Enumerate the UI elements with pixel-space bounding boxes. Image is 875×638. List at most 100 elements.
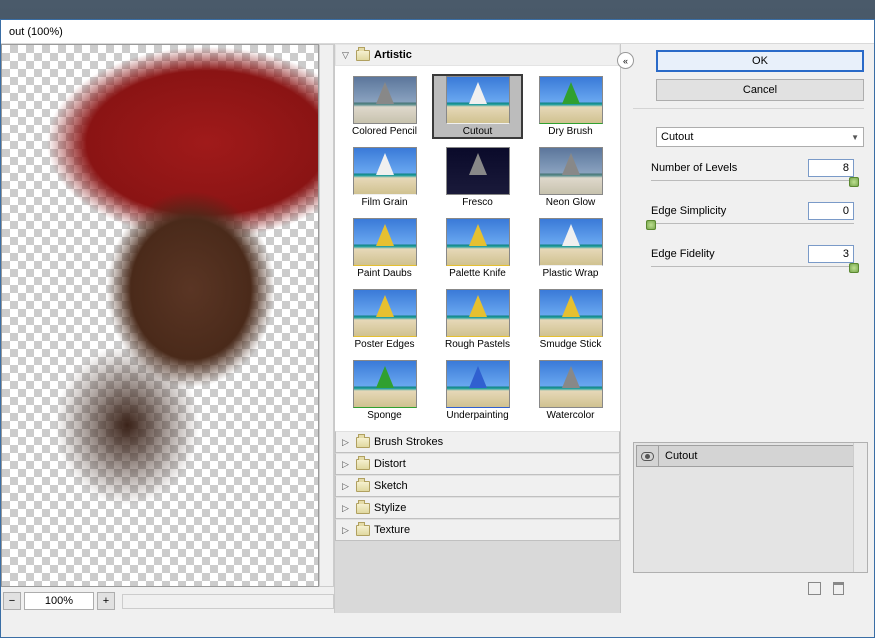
category-label: Sketch	[374, 480, 408, 492]
filter-thumb-rough-pastels[interactable]: Rough Pastels	[432, 287, 523, 352]
slider-thumb[interactable]	[849, 263, 859, 273]
filter-thumb-image	[539, 218, 603, 266]
ok-button[interactable]: OK	[656, 50, 864, 72]
filter-thumb-label: Sponge	[367, 410, 401, 421]
preview-vertical-scrollbar[interactable]	[319, 44, 334, 587]
filter-thumb-fresco[interactable]: Fresco	[432, 145, 523, 210]
collapse-panel-button[interactable]: «	[617, 52, 634, 69]
category-label: Stylize	[374, 502, 406, 514]
folder-icon	[356, 525, 370, 536]
param-slider-2[interactable]	[651, 266, 854, 272]
layers-scrollbar[interactable]	[853, 443, 867, 572]
filter-thumb-label: Paint Daubs	[357, 268, 411, 279]
filter-thumb-neon-glow[interactable]: Neon Glow	[525, 145, 616, 210]
filter-thumb-image	[446, 76, 510, 124]
filter-thumb-image	[539, 360, 603, 408]
folder-icon	[356, 503, 370, 514]
param-input-0[interactable]	[808, 159, 854, 177]
chevron-down-icon: ▼	[851, 133, 859, 142]
param-label: Number of Levels	[651, 162, 737, 174]
param-label: Edge Simplicity	[651, 205, 726, 217]
slider-thumb[interactable]	[646, 220, 656, 230]
zoom-level-field[interactable]: 100%	[24, 592, 94, 610]
disclosure-right-icon: ▷	[342, 525, 352, 536]
category-label: Texture	[374, 524, 410, 536]
filter-thumb-image	[353, 218, 417, 266]
slider-thumb[interactable]	[849, 177, 859, 187]
category-sketch[interactable]: ▷ Sketch	[335, 475, 620, 497]
param-slider-1[interactable]	[651, 223, 854, 229]
category-texture[interactable]: ▷ Texture	[335, 519, 620, 541]
category-label: Artistic	[374, 49, 412, 61]
filter-thumb-image	[353, 76, 417, 124]
folder-icon	[356, 50, 370, 61]
cancel-button[interactable]: Cancel	[656, 79, 864, 101]
titlebar[interactable]: out (100%)	[1, 20, 874, 44]
filter-thumb-watercolor[interactable]: Watercolor	[525, 358, 616, 423]
filter-thumb-image	[446, 147, 510, 195]
category-artistic[interactable]: ▽ Artistic	[335, 44, 620, 66]
folder-icon	[356, 459, 370, 470]
filter-thumb-paint-daubs[interactable]: Paint Daubs	[339, 216, 430, 281]
effect-layer-row[interactable]: Cutout	[636, 445, 865, 467]
folder-icon	[356, 437, 370, 448]
filter-select-dropdown[interactable]: Cutout ▼	[656, 127, 864, 147]
param-input-1[interactable]	[808, 202, 854, 220]
filter-thumb-label: Poster Edges	[354, 339, 414, 350]
filter-thumb-image	[353, 360, 417, 408]
preview-image	[1, 45, 318, 587]
filter-thumb-label: Plastic Wrap	[543, 268, 599, 279]
category-distort[interactable]: ▷Distort	[335, 453, 620, 475]
param-label: Edge Fidelity	[651, 248, 715, 260]
filter-thumb-image	[539, 147, 603, 195]
preview-canvas[interactable]	[1, 44, 319, 587]
filter-thumb-poster-edges[interactable]: Poster Edges	[339, 287, 430, 352]
filter-thumb-film-grain[interactable]: Film Grain	[339, 145, 430, 210]
filter-thumb-sponge[interactable]: Sponge	[339, 358, 430, 423]
zoom-out-button[interactable]: −	[3, 592, 21, 610]
filter-thumb-palette-knife[interactable]: Palette Knife	[432, 216, 523, 281]
filter-thumbnail-grid: Colored Pencil Cutout Dry Brush Film Grain F…	[335, 66, 620, 431]
filter-thumb-label: Rough Pastels	[445, 339, 510, 350]
zoom-in-button[interactable]: +	[97, 592, 115, 610]
title-text: out (100%)	[9, 26, 63, 38]
category-brush-strokes[interactable]: ▷Brush Strokes	[335, 431, 620, 453]
effect-layers-panel: Cutout	[633, 442, 868, 573]
filter-category-pane: ▽ Artistic Colored Pencil Cutout Dry Brush…	[334, 44, 621, 613]
new-effect-layer-icon[interactable]	[808, 582, 821, 595]
filter-select-value: Cutout	[661, 131, 693, 143]
filter-thumb-image	[446, 360, 510, 408]
category-stylize[interactable]: ▷ Stylize	[335, 497, 620, 519]
filter-thumb-image	[539, 76, 603, 124]
filter-thumb-label: Fresco	[462, 197, 493, 208]
filter-thumb-underpainting[interactable]: Underpainting	[432, 358, 523, 423]
visibility-eye-icon[interactable]	[641, 452, 654, 461]
filter-thumb-label: Colored Pencil	[352, 126, 417, 137]
preview-horizontal-scrollbar[interactable]	[122, 594, 334, 609]
disclosure-right-icon: ▷	[342, 437, 352, 448]
filter-thumb-plastic-wrap[interactable]: Plastic Wrap	[525, 216, 616, 281]
filter-thumb-label: Palette Knife	[449, 268, 506, 279]
filter-thumb-image	[446, 218, 510, 266]
filter-thumb-label: Cutout	[463, 126, 492, 137]
filter-thumb-label: Underpainting	[446, 410, 508, 421]
filter-thumb-smudge-stick[interactable]: Smudge Stick	[525, 287, 616, 352]
filter-thumb-dry-brush[interactable]: Dry Brush	[525, 74, 616, 139]
effect-layer-label: Cutout	[659, 450, 697, 462]
filter-thumb-label: Watercolor	[547, 410, 595, 421]
preview-pane: − 100% +	[1, 44, 334, 613]
filter-thumb-label: Neon Glow	[546, 197, 595, 208]
control-pane: « OK Cancel Cutout ▼ Number of LevelsEdg…	[621, 44, 874, 613]
filter-thumb-image	[353, 147, 417, 195]
delete-effect-layer-icon[interactable]	[833, 582, 844, 595]
param-input-2[interactable]	[808, 245, 854, 263]
disclosure-right-icon: ▷	[342, 503, 352, 514]
disclosure-right-icon: ▷	[342, 481, 352, 492]
filter-thumb-colored-pencil[interactable]: Colored Pencil	[339, 74, 430, 139]
filter-thumb-image	[353, 289, 417, 337]
filter-thumb-label: Film Grain	[361, 197, 407, 208]
param-slider-0[interactable]	[651, 180, 854, 186]
filter-thumb-cutout[interactable]: Cutout	[432, 74, 523, 139]
filter-gallery-dialog: out (100%) − 100% + ▽ Artistic Colored P…	[0, 19, 875, 638]
filter-thumb-image	[539, 289, 603, 337]
